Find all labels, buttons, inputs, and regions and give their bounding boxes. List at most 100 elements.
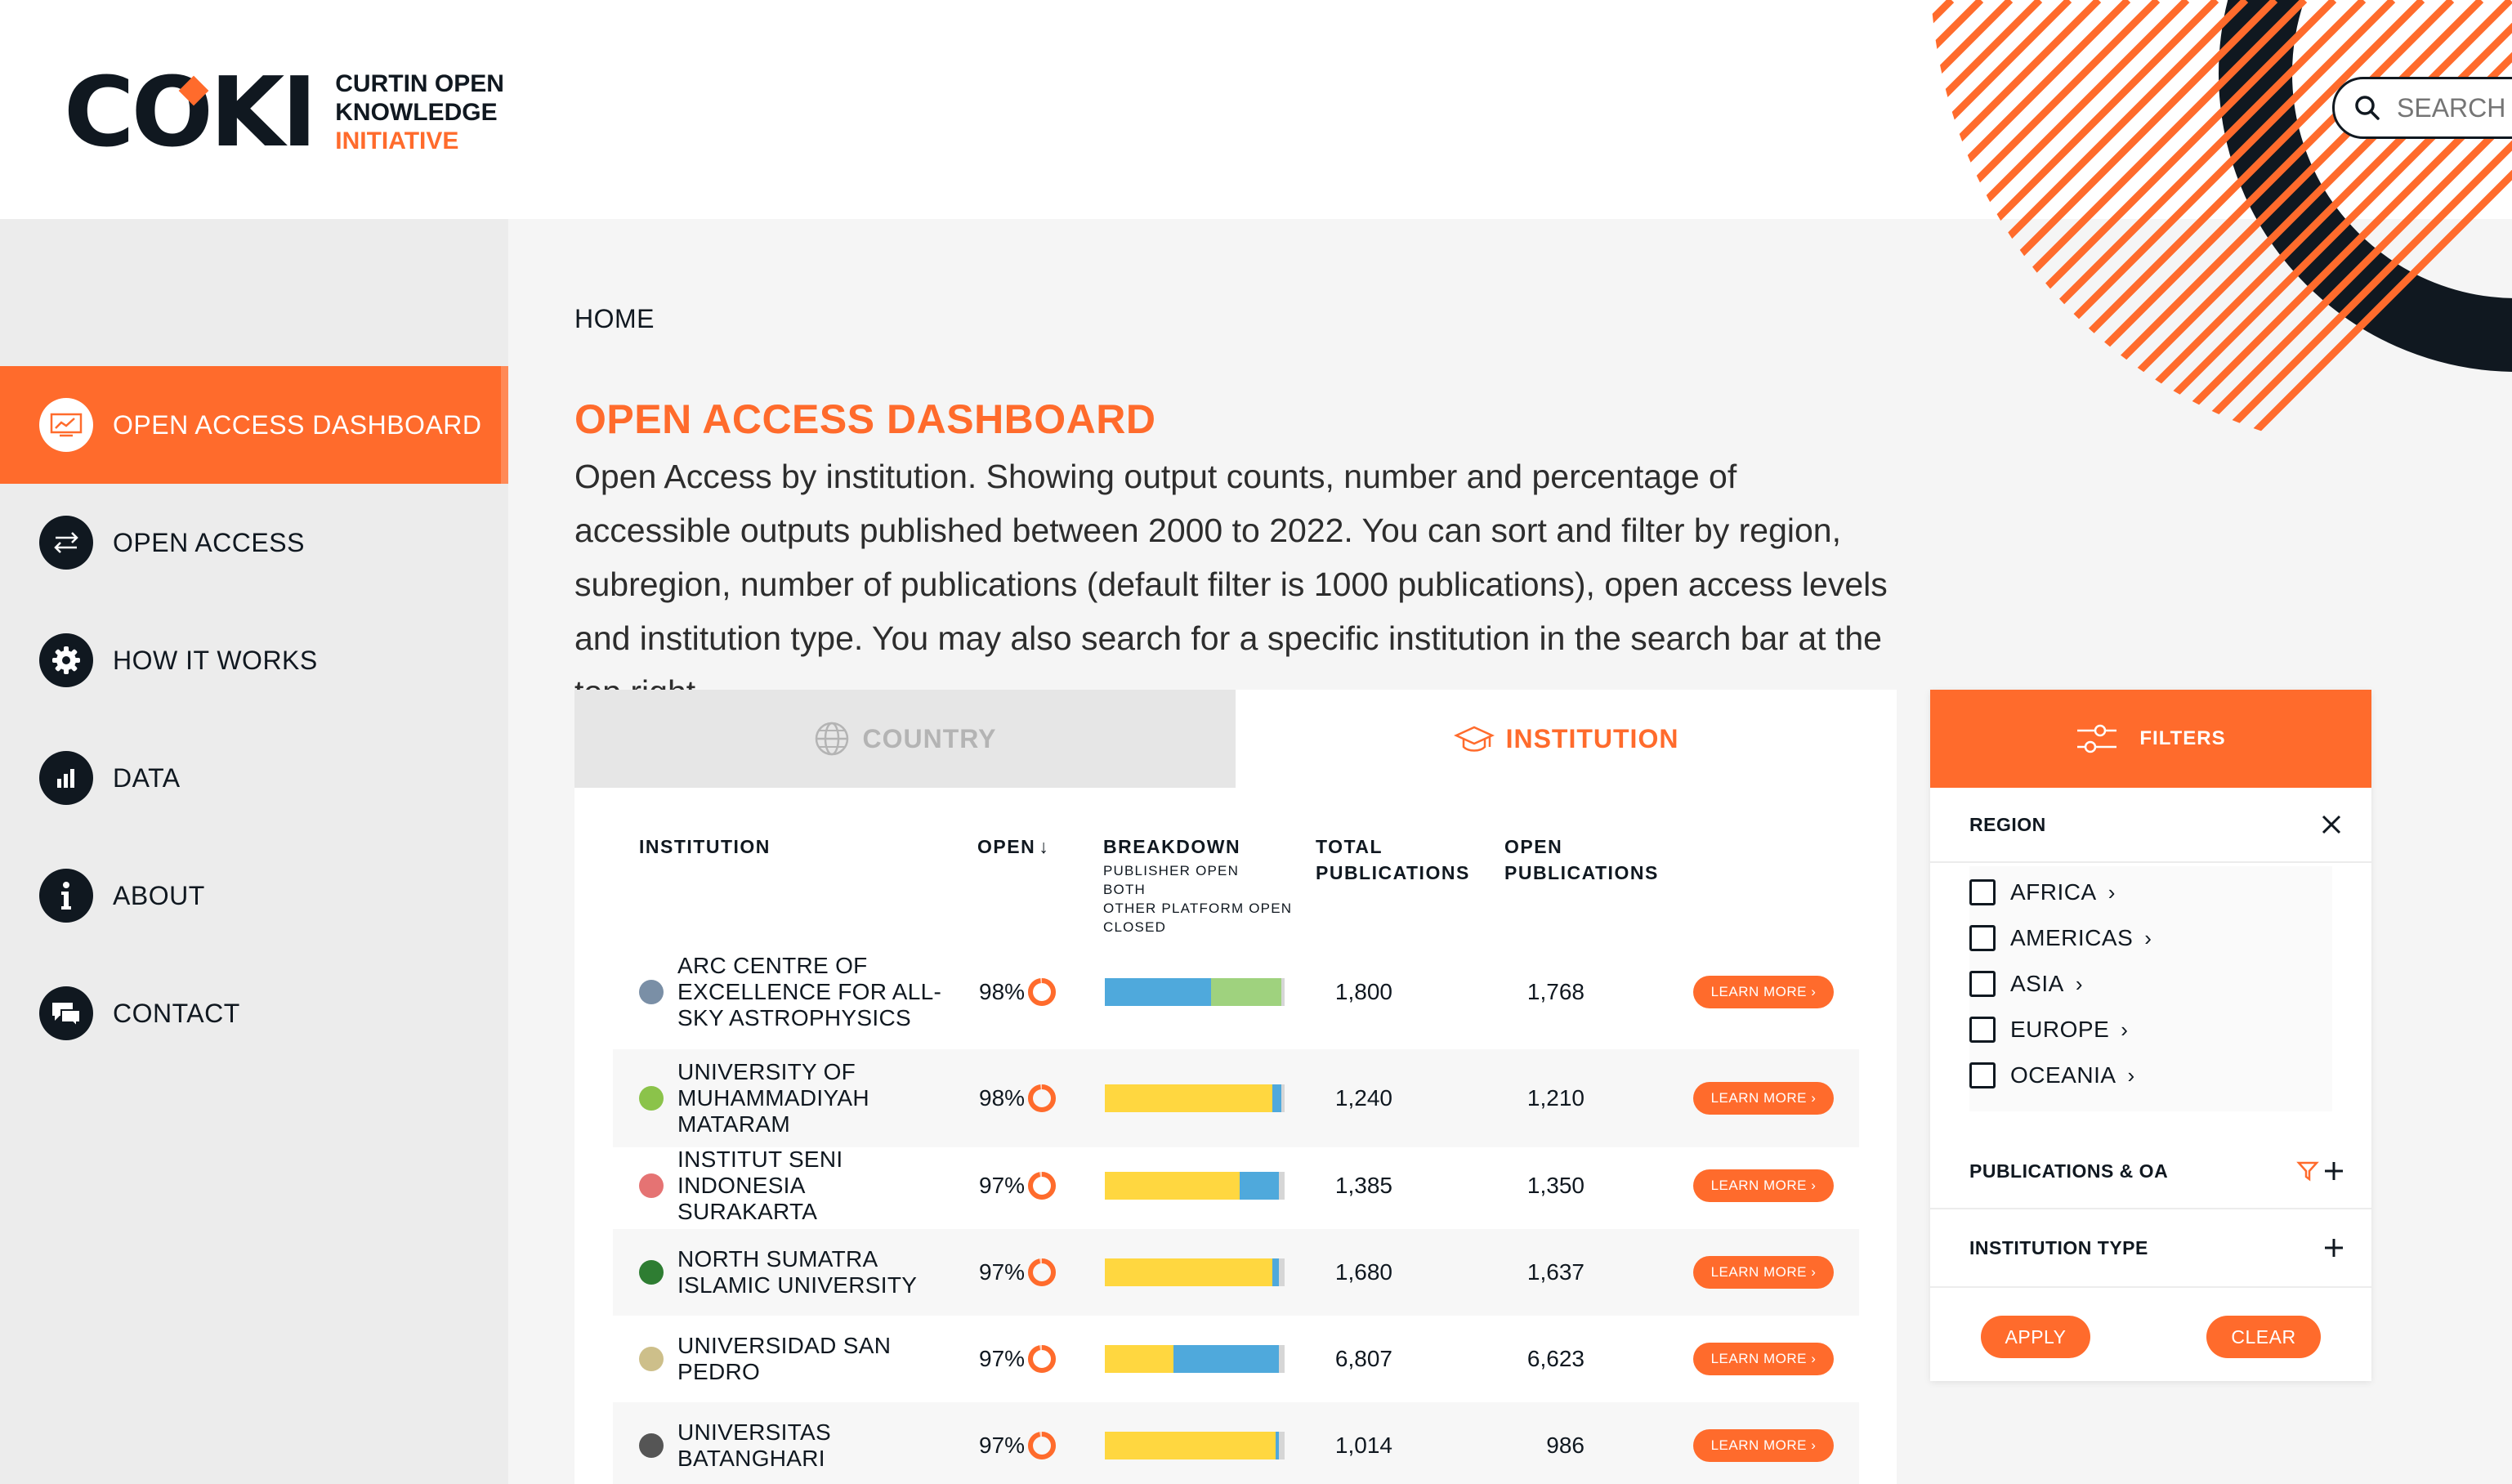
- open-publications: 986: [1546, 1433, 1585, 1458]
- stripe: [1930, 0, 2308, 458]
- institution-name[interactable]: INSTITUT SENI INDONESIA SURAKARTA: [677, 1147, 947, 1225]
- column-header-open-publications[interactable]: OPEN PUBLICATIONS: [1504, 834, 1659, 886]
- chevron-right-icon[interactable]: ›: [2076, 972, 2083, 997]
- stripe: [1553, 0, 1804, 458]
- sidebar-item-open-access-dashboard[interactable]: OPEN ACCESS DASHBOARD: [0, 366, 508, 484]
- column-header-total-publications[interactable]: TOTAL PUBLICATIONS: [1316, 834, 1470, 886]
- breadcrumb[interactable]: HOME: [574, 304, 655, 334]
- checkbox[interactable]: [1969, 1062, 1996, 1088]
- table-row[interactable]: INSTITUT SENI INDONESIA SURAKARTA 97% 1,38…: [613, 1142, 1859, 1229]
- stripe: [1932, 0, 2396, 458]
- sidebar-item-label: HOW IT WORKS: [113, 645, 318, 675]
- learn-more-button[interactable]: LEARN MORE ›: [1693, 976, 1834, 1008]
- institution-table: INSTITUTION OPEN ↓ BREAKDOWN PUBLISHER OP…: [574, 788, 1897, 1484]
- chevron-right-icon[interactable]: ›: [2108, 880, 2116, 905]
- table-row[interactable]: NORTH SUMATRA ISLAMIC UNIVERSITY 97% 1,680…: [613, 1229, 1859, 1316]
- region-option-asia[interactable]: ASIA ›: [1969, 971, 2083, 997]
- learn-more-button[interactable]: LEARN MORE ›: [1693, 1343, 1834, 1375]
- institution-name[interactable]: UNIVERSIDAD SAN PEDRO: [677, 1333, 947, 1385]
- region-label: AFRICA: [2010, 879, 2097, 905]
- table-row[interactable]: UNIVERSITAS BATANGHARI 97% 1,014 986 LEARN M…: [613, 1402, 1859, 1484]
- tab-institution[interactable]: INSTITUTION: [1236, 690, 1897, 788]
- learn-more-button[interactable]: LEARN MORE ›: [1693, 1169, 1834, 1202]
- apply-button[interactable]: APPLY: [1981, 1316, 2090, 1358]
- institution-name[interactable]: UNIVERSITAS BATANGHARI: [677, 1419, 947, 1472]
- open-donut-icon: [1028, 1084, 1056, 1112]
- stripe: [1553, 0, 1657, 458]
- sidebar-item-label: OPEN ACCESS: [113, 527, 305, 557]
- chevron-right-icon[interactable]: ›: [2128, 1063, 2135, 1088]
- filters-panel: FILTERS REGION AFRICA › AMERICAS › ASIA › EURO…: [1930, 690, 2371, 1381]
- learn-more-button[interactable]: LEARN MORE ›: [1693, 1256, 1834, 1289]
- learn-more-button[interactable]: LEARN MORE ›: [1693, 1429, 1834, 1462]
- region-option-americas[interactable]: AMERICAS ›: [1969, 925, 2152, 951]
- logo-mark: COKI: [64, 56, 317, 168]
- stripe: [2226, 0, 2512, 458]
- filter-institution-type-header[interactable]: INSTITUTION TYPE: [1930, 1209, 2371, 1288]
- checkbox[interactable]: [1969, 971, 1996, 997]
- stripe: [1930, 0, 2072, 458]
- institution-logo-icon: [639, 1433, 664, 1458]
- tab-country[interactable]: COUNTRY: [574, 690, 1236, 788]
- filter-region-label: REGION: [1969, 813, 2046, 835]
- sidebar-item-label: DATA: [113, 762, 181, 793]
- filter-publications-header[interactable]: PUBLICATIONS & OA: [1930, 1134, 2371, 1209]
- institution-logo-icon: [639, 1173, 664, 1198]
- open-percentage: 97%: [979, 1433, 1026, 1458]
- learn-more-button[interactable]: LEARN MORE ›: [1693, 1082, 1834, 1115]
- checkbox[interactable]: [1969, 925, 1996, 951]
- region-option-africa[interactable]: AFRICA ›: [1969, 879, 2116, 905]
- open-percentage: 97%: [979, 1173, 1026, 1198]
- region-option-europe[interactable]: EUROPE ›: [1969, 1017, 2128, 1043]
- total-publications: 6,807: [1334, 1346, 1392, 1371]
- institution-name[interactable]: UNIVERSITY OF MUHAMMADIYAH MATARAM: [677, 1059, 947, 1138]
- region-label: AMERICAS: [2010, 925, 2134, 950]
- stripe: [1930, 0, 2367, 458]
- sidebar-item-data[interactable]: DATA: [0, 719, 508, 837]
- stripe: [2079, 0, 2512, 458]
- stripe: [1553, 0, 1893, 458]
- coki-logo[interactable]: COKI CURTIN OPEN KNOWLEDGE INITIATIVE: [64, 64, 504, 160]
- open-donut-icon: [1028, 1432, 1056, 1459]
- institution-name[interactable]: NORTH SUMATRA ISLAMIC UNIVERSITY: [677, 1246, 947, 1298]
- checkbox[interactable]: [1969, 879, 1996, 905]
- sliders-icon: [2077, 724, 2117, 753]
- decorative-stripes: [1553, 0, 2512, 458]
- sidebar-item-contact[interactable]: CONTACT: [0, 954, 508, 1072]
- region-list: AFRICA › AMERICAS › ASIA › EUROPE › OCEANIA ›: [1969, 866, 2332, 1111]
- total-publications: 1,800: [1334, 979, 1392, 1004]
- column-header-open[interactable]: OPEN ↓: [977, 834, 1049, 860]
- institution-name[interactable]: ARC CENTRE OF EXCELLENCE FOR ALL-SKY AST…: [677, 953, 947, 1031]
- table-row[interactable]: UNIVERSITY OF MUHAMMADIYAH MATARAM 98% 1,2…: [613, 1049, 1859, 1147]
- stripe: [2138, 0, 2512, 458]
- stripe: [2049, 0, 2512, 458]
- table-row[interactable]: ARC CENTRE OF EXCELLENCE FOR ALL-SKY AST…: [613, 943, 1859, 1041]
- search-box[interactable]: [2332, 77, 2512, 139]
- stripe: [1553, 0, 1745, 458]
- plus-icon[interactable]: [2322, 1236, 2345, 1259]
- sidebar-item-label: CONTACT: [113, 998, 240, 1028]
- region-option-oceania[interactable]: OCEANIA ›: [1969, 1062, 2135, 1088]
- open-donut-icon: [1028, 978, 1056, 1006]
- stripe: [2020, 0, 2484, 458]
- close-icon[interactable]: [2321, 814, 2342, 835]
- stripe: [1930, 0, 1984, 458]
- sidebar-item-how-it-works[interactable]: HOW IT WORKS: [0, 601, 508, 719]
- chevron-right-icon[interactable]: ›: [2121, 1017, 2128, 1043]
- filter-region-header[interactable]: REGION: [1930, 788, 2371, 863]
- plus-icon[interactable]: [2322, 1160, 2345, 1182]
- globe-icon: [816, 722, 849, 756]
- sidebar-item-about[interactable]: ABOUT: [0, 837, 508, 954]
- search-input[interactable]: [2397, 92, 2512, 123]
- sidebar: OPEN ACCESS DASHBOARD OPEN ACCESS HOW IT…: [0, 219, 508, 1484]
- filter-active-icon: [2296, 1161, 2319, 1182]
- column-header-text: PUBLICATIONS: [1316, 862, 1470, 883]
- chevron-right-icon[interactable]: ›: [2144, 926, 2152, 951]
- clear-button[interactable]: CLEAR: [2206, 1316, 2321, 1358]
- sidebar-item-open-access[interactable]: OPEN ACCESS: [0, 484, 508, 601]
- table-row[interactable]: UNIVERSIDAD SAN PEDRO 97% 6,807 6,623 LEARN …: [613, 1316, 1859, 1402]
- checkbox[interactable]: [1969, 1017, 1996, 1043]
- filters-title: FILTERS: [2139, 727, 2226, 749]
- breakdown-legend-other-platform-open: OTHER PLATFORM OPEN: [1103, 901, 1293, 916]
- column-header-institution[interactable]: INSTITUTION: [639, 834, 771, 860]
